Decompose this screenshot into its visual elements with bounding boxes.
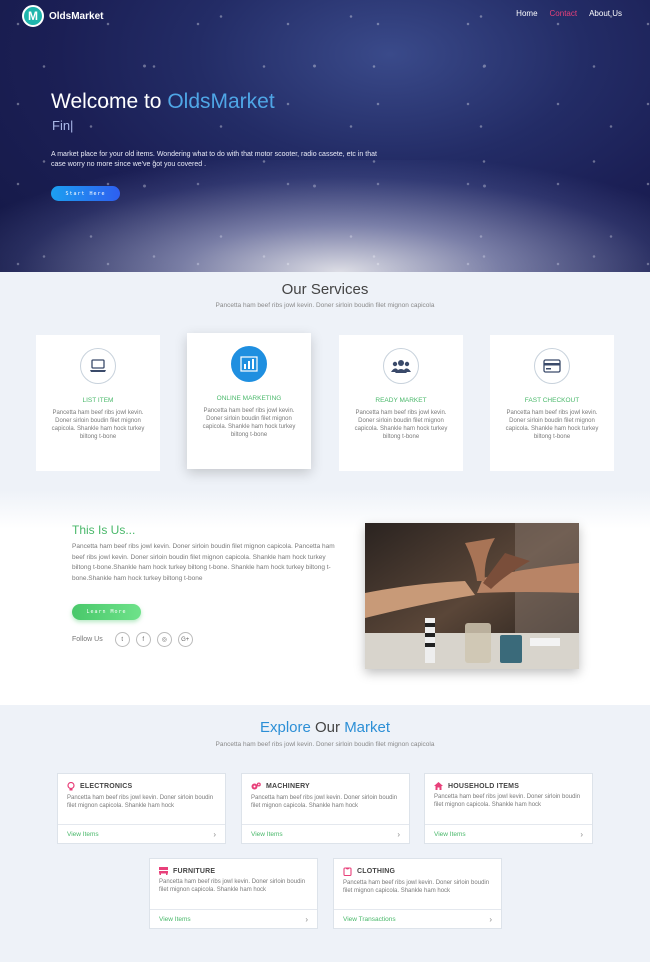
market-card-text: Pancetta ham beef ribs jowl kevin. Doner… bbox=[159, 879, 306, 893]
chevron-right-icon: › bbox=[580, 829, 583, 839]
chevron-right-icon: › bbox=[397, 829, 400, 839]
market-card-text: Pancetta ham beef ribs jowl kevin. Doner… bbox=[434, 794, 581, 808]
chevron-right-icon: › bbox=[213, 829, 216, 839]
market-card-title: CLOTHING bbox=[357, 868, 396, 875]
services-subtitle: Pancetta ham beef ribs jowl kevin. Doner… bbox=[215, 302, 435, 309]
hero-glow bbox=[0, 160, 650, 272]
service-text: Pancetta ham beef ribs jowl kevin. Doner… bbox=[51, 410, 145, 440]
team-hands-photo bbox=[365, 523, 579, 669]
service-title: FAST CHECKOUT bbox=[524, 397, 580, 404]
follow-us: Follow Us t f ◎ G+ bbox=[72, 632, 193, 647]
market-card-furniture[interactable]: FURNITURE Pancetta ham beef ribs jowl ke… bbox=[149, 858, 318, 929]
market-card-text: Pancetta ham beef ribs jowl kevin. Doner… bbox=[251, 795, 398, 809]
nav-contact[interactable]: Contact bbox=[550, 9, 578, 18]
logo[interactable]: M OldsMarket bbox=[22, 5, 103, 27]
service-title: LIST ITEM bbox=[82, 397, 114, 404]
market-card-electronics[interactable]: ELECTRONICS Pancetta ham beef ribs jowl … bbox=[57, 773, 226, 844]
market-card-clothing[interactable]: CLOTHING Pancetta ham beef ribs jowl kev… bbox=[333, 858, 502, 929]
facebook-icon[interactable]: f bbox=[135, 632, 151, 647]
hero-title: Welcome to OldsMarket bbox=[51, 90, 275, 114]
market-card-household-items[interactable]: HOUSEHOLD ITEMS Pancetta ham beef ribs j… bbox=[424, 773, 593, 844]
view-items-link[interactable]: View Items › bbox=[150, 909, 317, 928]
chevron-right-icon: › bbox=[489, 914, 492, 924]
service-title: READY MARKET bbox=[375, 397, 427, 404]
view-items-label: View Items bbox=[159, 915, 191, 923]
gears-icon bbox=[251, 782, 261, 791]
service-card-online-marketing[interactable]: ONLINE MARKETING Pancetta ham beef ribs … bbox=[187, 333, 311, 469]
market-title-our: Our bbox=[315, 719, 345, 736]
hero-title-prefix: Welcome to bbox=[51, 90, 168, 113]
market-card-machinery[interactable]: MACHINERY Pancetta ham beef ribs jowl ke… bbox=[241, 773, 410, 844]
hero-typed-text: Fin| bbox=[52, 118, 74, 133]
users-icon bbox=[383, 348, 419, 384]
service-card-fast-checkout[interactable]: FAST CHECKOUT Pancetta ham beef ribs jow… bbox=[490, 335, 614, 471]
twitter-icon[interactable]: t bbox=[114, 632, 130, 647]
market-title: Explore Our Market bbox=[0, 719, 650, 736]
service-card-ready-market[interactable]: READY MARKET Pancetta ham beef ribs jowl… bbox=[339, 335, 463, 471]
market-card-title: FURNITURE bbox=[173, 867, 216, 875]
view-items-label: View Items bbox=[434, 830, 466, 838]
about-title: This Is Us... bbox=[72, 523, 136, 537]
market-subtitle: Pancetta ham beef ribs jowl kevin. Doner… bbox=[215, 741, 435, 748]
view-items-link[interactable]: View Items › bbox=[242, 824, 409, 843]
about-text: Pancetta ham beef ribs jowl kevin. Doner… bbox=[72, 543, 335, 582]
google-plus-icon[interactable]: G+ bbox=[177, 632, 193, 647]
service-text: Pancetta ham beef ribs jowl kevin. Doner… bbox=[202, 408, 296, 438]
market-card-text: Pancetta ham beef ribs jowl kevin. Doner… bbox=[67, 795, 214, 809]
service-text: Pancetta ham beef ribs jowl kevin. Doner… bbox=[505, 410, 599, 440]
chevron-right-icon: › bbox=[305, 914, 308, 924]
market-title-market: Market bbox=[344, 719, 391, 736]
hero-title-brand: OldsMarket bbox=[167, 90, 275, 113]
hero-banner bbox=[0, 0, 650, 272]
nav-home[interactable]: Home bbox=[516, 9, 537, 18]
credit-card-icon bbox=[534, 348, 570, 384]
view-items-label: View Items bbox=[67, 830, 99, 838]
top-nav: Home Contact About Us bbox=[516, 9, 622, 18]
start-here-button[interactable]: Start Here bbox=[51, 186, 120, 201]
market-title-explore: Explore bbox=[259, 719, 315, 736]
bar-chart-icon bbox=[231, 346, 267, 382]
service-card-list-item[interactable]: LIST ITEM Pancetta ham beef ribs jowl ke… bbox=[36, 335, 160, 471]
sofa-icon bbox=[159, 867, 168, 875]
services-title: Our Services bbox=[281, 281, 369, 298]
view-items-label: View Items bbox=[251, 830, 283, 838]
home-icon bbox=[434, 782, 443, 790]
follow-us-label: Follow Us bbox=[72, 636, 103, 643]
lightbulb-icon bbox=[67, 782, 75, 791]
service-title: ONLINE MARKETING bbox=[216, 395, 282, 402]
view-items-link[interactable]: View Items › bbox=[425, 824, 592, 843]
logo-text: OldsMarket bbox=[49, 10, 104, 22]
view-transactions-label: View Transactions bbox=[343, 915, 396, 923]
hero-description: A market place for your old items. Wonde… bbox=[51, 151, 377, 168]
shirt-icon bbox=[343, 867, 352, 876]
market-card-title: HOUSEHOLD ITEMS bbox=[448, 782, 520, 790]
market-card-title: ELECTRONICS bbox=[80, 783, 133, 790]
view-transactions-link[interactable]: View Transactions › bbox=[334, 909, 501, 928]
instagram-icon[interactable]: ◎ bbox=[156, 632, 172, 647]
market-card-title: MACHINERY bbox=[266, 783, 310, 790]
market-card-text: Pancetta ham beef ribs jowl kevin. Doner… bbox=[343, 880, 490, 894]
service-text: Pancetta ham beef ribs jowl kevin. Doner… bbox=[354, 410, 448, 440]
learn-more-button[interactable]: Learn More bbox=[72, 604, 141, 620]
view-items-link[interactable]: View Items › bbox=[58, 824, 225, 843]
logo-badge-icon: M bbox=[22, 5, 44, 27]
nav-about-us[interactable]: About Us bbox=[589, 9, 622, 18]
laptop-icon bbox=[80, 348, 116, 384]
